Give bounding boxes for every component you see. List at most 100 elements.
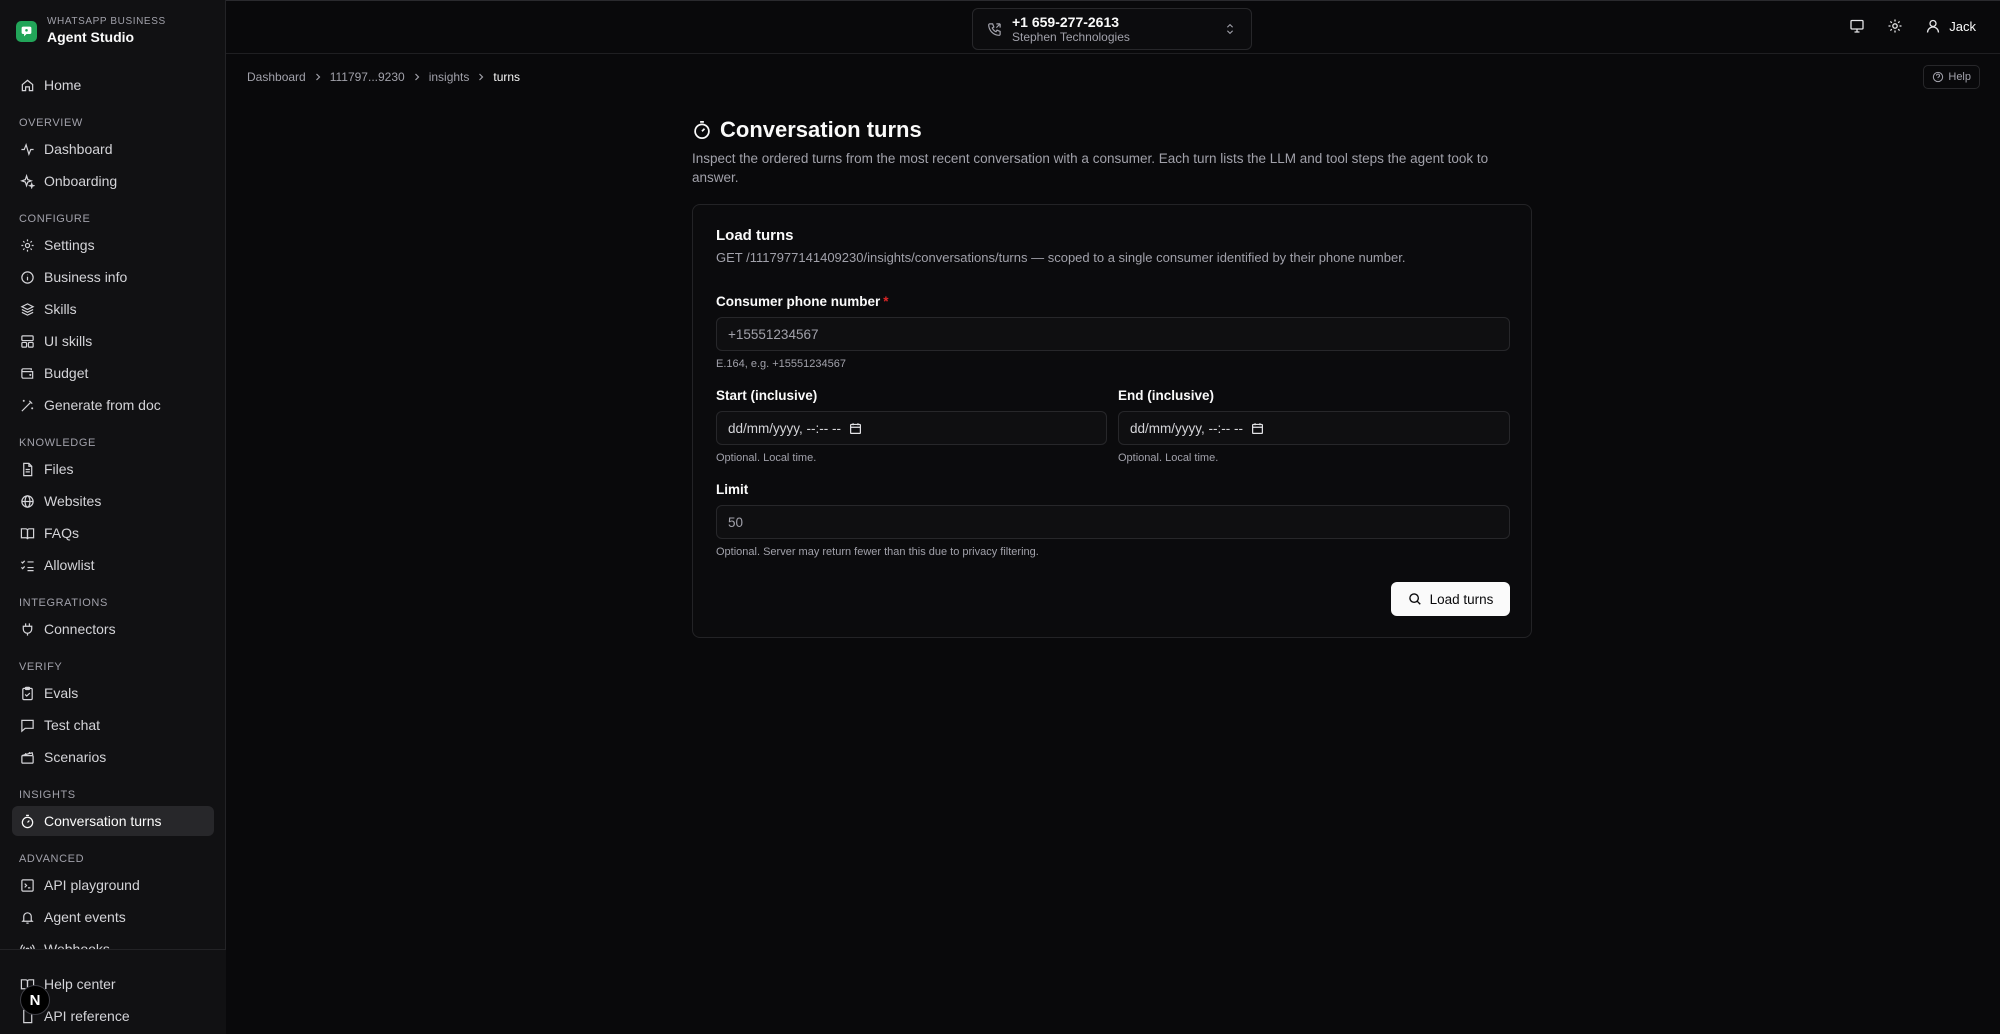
list-checks-icon	[20, 559, 34, 571]
load-turns-button[interactable]: Load turns	[1391, 582, 1510, 616]
sidebar-item-websites[interactable]: Websites	[12, 486, 214, 516]
sidebar-nav: Home OVERVIEW Dashboard Onboarding CONFI…	[0, 70, 226, 966]
nav-section-overview: OVERVIEW	[19, 117, 83, 129]
sidebar-item-label: FAQs	[44, 525, 80, 541]
nav-section-verify: VERIFY	[19, 661, 63, 673]
phone-number: +1 659-277-2613	[1012, 14, 1120, 30]
globe-icon	[21, 494, 34, 508]
sidebar-item-label: Skills	[44, 301, 77, 317]
layout-icon	[21, 334, 34, 348]
end-datetime-input[interactable]: dd/mm/yyyy, --:-- --	[1118, 411, 1510, 445]
sidebar-item-dashboard[interactable]: Dashboard	[12, 134, 214, 164]
sidebar-item-label: Connectors	[44, 621, 116, 637]
breadcrumb-account[interactable]: 111797...9230	[330, 70, 405, 84]
page-header: Conversation turns Inspect the ordered t…	[692, 115, 1534, 187]
nav-section-configure: CONFIGURE	[19, 213, 91, 225]
activity-icon	[21, 142, 34, 156]
phone-number-switcher[interactable]: +1 659-277-2613 Stephen Technologies	[972, 8, 1252, 50]
phone-label-text: Consumer phone number	[716, 294, 881, 309]
start-help-text: Optional. Local time.	[716, 452, 817, 464]
phone-icon	[988, 22, 1001, 36]
chevron-right-icon	[315, 73, 321, 81]
help-circle-icon	[1933, 71, 1944, 83]
sidebar-item-label: Dashboard	[44, 141, 113, 157]
monitor-icon	[1850, 19, 1864, 33]
wand-icon	[21, 399, 34, 412]
load-turns-label: Load turns	[1429, 591, 1494, 607]
sidebar-item-label: Files	[44, 461, 74, 477]
nav-section-insights: INSIGHTS	[19, 789, 76, 801]
sidebar-item-label: Settings	[44, 237, 95, 253]
sidebar-item-allowlist[interactable]: Allowlist	[12, 550, 214, 580]
settings-button[interactable]	[1887, 18, 1903, 34]
sidebar: WHATSAPP BUSINESS Agent Studio Home OVER…	[0, 0, 226, 1034]
user-menu-button[interactable]: Jack	[1925, 18, 1976, 34]
sidebar-item-files[interactable]: Files	[12, 454, 214, 484]
limit-input[interactable]: 50	[716, 505, 1510, 539]
sidebar-item-home[interactable]: Home	[12, 70, 214, 100]
sidebar-item-label: Agent events	[44, 909, 126, 925]
sidebar-item-label: API playground	[44, 877, 140, 893]
breadcrumb-dashboard[interactable]: Dashboard	[247, 70, 306, 84]
user-icon	[1927, 19, 1940, 33]
brand-subtitle: WHATSAPP BUSINESS	[47, 16, 166, 27]
phone-help-text: E.164, e.g. +15551234567	[716, 358, 846, 370]
calendar-icon[interactable]	[849, 422, 862, 435]
sidebar-item-budget[interactable]: Budget	[12, 358, 214, 388]
clipboard-check-icon	[22, 686, 33, 700]
breadcrumb-insights[interactable]: insights	[429, 70, 470, 84]
whatsapp-logo-icon	[16, 20, 37, 42]
display-mode-button[interactable]	[1849, 18, 1865, 34]
load-turns-card: Load turns GET /1117977141409230/insight…	[692, 204, 1532, 638]
gear-icon	[1888, 19, 1902, 33]
home-icon	[21, 79, 34, 91]
sidebar-item-scenarios[interactable]: Scenarios	[12, 742, 214, 772]
chevron-right-icon	[479, 73, 484, 81]
help-button[interactable]: Help	[1923, 65, 1980, 89]
sidebar-item-faqs[interactable]: FAQs	[12, 518, 214, 548]
breadcrumb-current: turns	[493, 70, 521, 84]
brand[interactable]: WHATSAPP BUSINESS Agent Studio	[16, 16, 166, 46]
required-indicator: *	[883, 294, 889, 309]
dev-tools-badge[interactable]: N	[20, 985, 50, 1015]
chevrons-up-down-icon	[1226, 23, 1234, 35]
sidebar-item-label: API reference	[44, 1008, 130, 1024]
sidebar-item-ui-skills[interactable]: UI skills	[12, 326, 214, 356]
sidebar-item-evals[interactable]: Evals	[12, 678, 214, 708]
sidebar-item-label: Test chat	[44, 717, 101, 733]
sidebar-item-api-playground[interactable]: API playground	[12, 870, 214, 900]
calendar-icon[interactable]	[1251, 422, 1264, 435]
sidebar-item-label: Business info	[44, 269, 128, 285]
start-datetime-value: dd/mm/yyyy, --:-- --	[728, 420, 841, 436]
limit-help-text: Optional. Server may return fewer than t…	[716, 546, 1039, 558]
timer-icon	[21, 814, 34, 828]
book-open-icon	[20, 527, 35, 539]
sidebar-item-agent-events[interactable]: Agent events	[12, 902, 214, 932]
sidebar-item-test-chat[interactable]: Test chat	[12, 710, 214, 740]
nav-section-knowledge: KNOWLEDGE	[19, 437, 96, 449]
sidebar-item-onboarding[interactable]: Onboarding	[12, 166, 214, 196]
card-description: GET /1117977141409230/insights/conversat…	[716, 250, 1406, 265]
plug-icon	[22, 622, 33, 636]
bell-icon	[21, 911, 34, 924]
end-field-label: End (inclusive)	[1118, 388, 1215, 403]
phone-field-label: Consumer phone number *	[716, 294, 889, 309]
sidebar-item-conversation-turns[interactable]: Conversation turns	[12, 806, 214, 836]
sidebar-item-label: Allowlist	[44, 557, 95, 573]
sidebar-item-label: Home	[44, 77, 82, 93]
page-title: Conversation turns	[692, 115, 1534, 145]
sidebar-item-settings[interactable]: Settings	[12, 230, 214, 260]
sidebar-item-business-info[interactable]: Business info	[12, 262, 214, 292]
sparkles-icon	[20, 173, 35, 189]
consumer-phone-input[interactable]: +15551234567	[716, 317, 1510, 351]
topbar: +1 659-277-2613 Stephen Technologies Jac…	[226, 0, 2000, 54]
page-title-text: Conversation turns	[720, 117, 922, 142]
nav-section-integrations: INTEGRATIONS	[19, 597, 108, 609]
sidebar-item-skills[interactable]: Skills	[12, 294, 214, 324]
sidebar-item-connectors[interactable]: Connectors	[12, 614, 214, 644]
sidebar-item-generate-from-doc[interactable]: Generate from doc	[12, 390, 214, 420]
start-datetime-input[interactable]: dd/mm/yyyy, --:-- --	[716, 411, 1107, 445]
sidebar-item-label: UI skills	[44, 333, 93, 349]
terminal-square-icon	[21, 878, 34, 892]
wallet-icon	[21, 367, 34, 379]
